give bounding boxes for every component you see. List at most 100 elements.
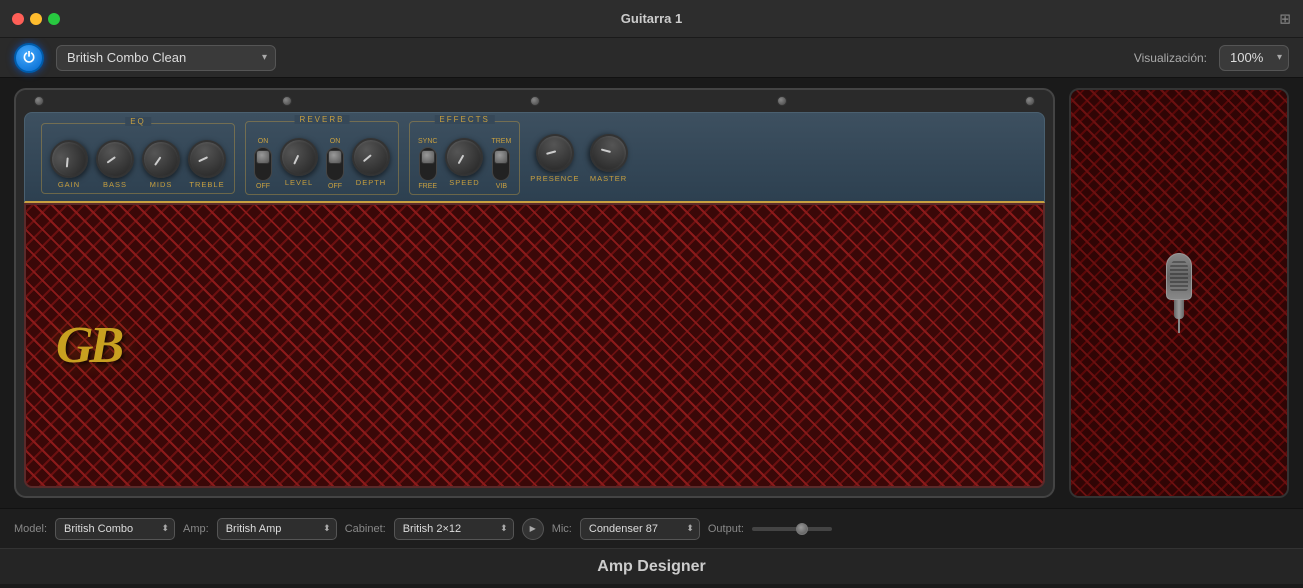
speaker-grille: GB (24, 203, 1045, 488)
chevron-down-icon: ⬍ (161, 523, 169, 534)
amp-value: British Amp (226, 523, 282, 535)
chevron-down-icon: ⬍ (500, 523, 508, 534)
window-title: Guitarra 1 (621, 11, 682, 26)
preset-value: British Combo Clean (67, 50, 186, 65)
title-bar: Guitarra 1 ⊞ (0, 0, 1303, 38)
model-dropdown[interactable]: British Combo ⬍ (55, 518, 175, 540)
toggle-tip (256, 150, 270, 164)
mids-knob[interactable] (139, 136, 183, 180)
power-icon: ⏻ (23, 49, 34, 66)
controls-panel: EQ GAIN BASS MIDS TREBL (24, 112, 1045, 203)
treble-knob[interactable] (183, 134, 232, 183)
mic-label: Mic: (552, 523, 572, 535)
presence-label: PRESENCE (530, 174, 579, 183)
reverb-label: REVERB (295, 115, 350, 124)
toolbar: ⏻ British Combo Clean ▾ Visualización: 1… (0, 38, 1303, 78)
expand-icon[interactable]: ⊞ (1279, 10, 1291, 27)
gain-label: GAIN (58, 180, 80, 189)
master-label: MASTER (590, 174, 627, 183)
chevron-down-icon: ⬍ (323, 523, 331, 534)
close-button[interactable] (12, 13, 24, 25)
effects-on-label: ON (330, 138, 341, 145)
mic-body (1174, 300, 1184, 319)
amp-dropdown[interactable]: British Amp ⬍ (217, 518, 337, 540)
master-knob[interactable] (583, 127, 635, 179)
effects-off-label: OFF (328, 183, 342, 190)
viz-label: Visualización: (1134, 51, 1207, 65)
bass-label: BASS (103, 180, 127, 189)
microphone (1164, 253, 1194, 333)
eq-label: EQ (125, 117, 151, 126)
play-icon: ▶ (530, 524, 536, 533)
model-label: Model: (14, 523, 47, 535)
mic-stand (1178, 319, 1180, 333)
effects-label: EFFECTS (434, 115, 494, 124)
screw (282, 96, 292, 106)
reverb-toggle[interactable] (254, 147, 272, 181)
preset-dropdown[interactable]: British Combo Clean ▾ (56, 45, 276, 71)
main-area: EQ GAIN BASS MIDS TREBL (0, 78, 1303, 508)
viz-dropdown[interactable]: 100% ▾ (1219, 45, 1289, 71)
amp-label: Amp: (183, 523, 209, 535)
toggle-tip (421, 150, 435, 164)
mic-head (1166, 253, 1192, 300)
cabinet-dropdown[interactable]: British 2×12 ⬍ (394, 518, 514, 540)
play-button[interactable]: ▶ (522, 518, 544, 540)
effects-toggle-group: ON OFF (326, 138, 344, 190)
traffic-lights (12, 13, 60, 25)
trem-vib-toggle[interactable] (492, 147, 510, 181)
screws-row (16, 90, 1053, 112)
screw (34, 96, 44, 106)
presence-knob[interactable] (529, 127, 581, 179)
mic-dropdown[interactable]: Condenser 87 ⬍ (580, 518, 700, 540)
reverb-on-label: ON (258, 138, 269, 145)
toggle-tip (494, 150, 508, 164)
mic-value: Condenser 87 (589, 523, 658, 535)
minimize-button[interactable] (30, 13, 42, 25)
reverb-toggle-group: ON OFF (254, 138, 272, 190)
cabinet-value: British 2×12 (403, 523, 461, 535)
free-label: FREE (418, 183, 437, 190)
power-button[interactable]: ⏻ (14, 43, 44, 73)
screw (1025, 96, 1035, 106)
chevron-down-icon: ⬍ (686, 523, 694, 534)
mids-label: MIDS (150, 180, 173, 189)
speed-knob[interactable] (441, 134, 488, 181)
reverb-off-label: OFF (256, 183, 270, 190)
toggle-tip (328, 150, 342, 164)
sync-toggle[interactable] (419, 147, 437, 181)
viz-value: 100% (1230, 50, 1263, 65)
output-label: Output: (708, 523, 744, 535)
level-group: LEVEL (280, 138, 318, 190)
gain-knob[interactable] (42, 132, 96, 186)
reverb-section: REVERB ON OFF LEVEL ON (245, 121, 399, 195)
trem-vib-toggle-group: TREM VIB (491, 138, 511, 190)
amp-body: EQ GAIN BASS MIDS TREBL (14, 88, 1055, 498)
master-group: MASTER (590, 134, 628, 183)
slider-track (752, 527, 832, 531)
knobs-container: EQ GAIN BASS MIDS TREBL (41, 121, 1028, 195)
cabinet-display (1069, 88, 1289, 498)
cabinet-panel (1069, 88, 1289, 498)
amp-logo: GB (56, 316, 120, 375)
slider-thumb[interactable] (796, 523, 808, 535)
bass-group: BASS (96, 140, 134, 189)
bottom-bar: Model: British Combo ⬍ Amp: British Amp … (0, 508, 1303, 548)
output-slider[interactable] (752, 527, 832, 531)
speed-group: SPEED (445, 138, 483, 190)
trem-label: TREM (491, 138, 511, 145)
bass-knob[interactable] (93, 136, 137, 180)
chevron-down-icon: ▾ (1277, 52, 1282, 63)
footer-title: Amp Designer (597, 558, 705, 576)
level-knob[interactable] (275, 133, 324, 182)
depth-knob[interactable] (350, 136, 391, 177)
effects-toggle[interactable] (326, 147, 344, 181)
depth-group: DEPTH (352, 138, 390, 190)
cabinet-label: Cabinet: (345, 523, 386, 535)
model-value: British Combo (64, 523, 133, 535)
screw (777, 96, 787, 106)
cabinet-grille (1071, 90, 1287, 496)
sync-label: SYNC (418, 138, 437, 145)
maximize-button[interactable] (48, 13, 60, 25)
level-label: LEVEL (285, 178, 313, 187)
